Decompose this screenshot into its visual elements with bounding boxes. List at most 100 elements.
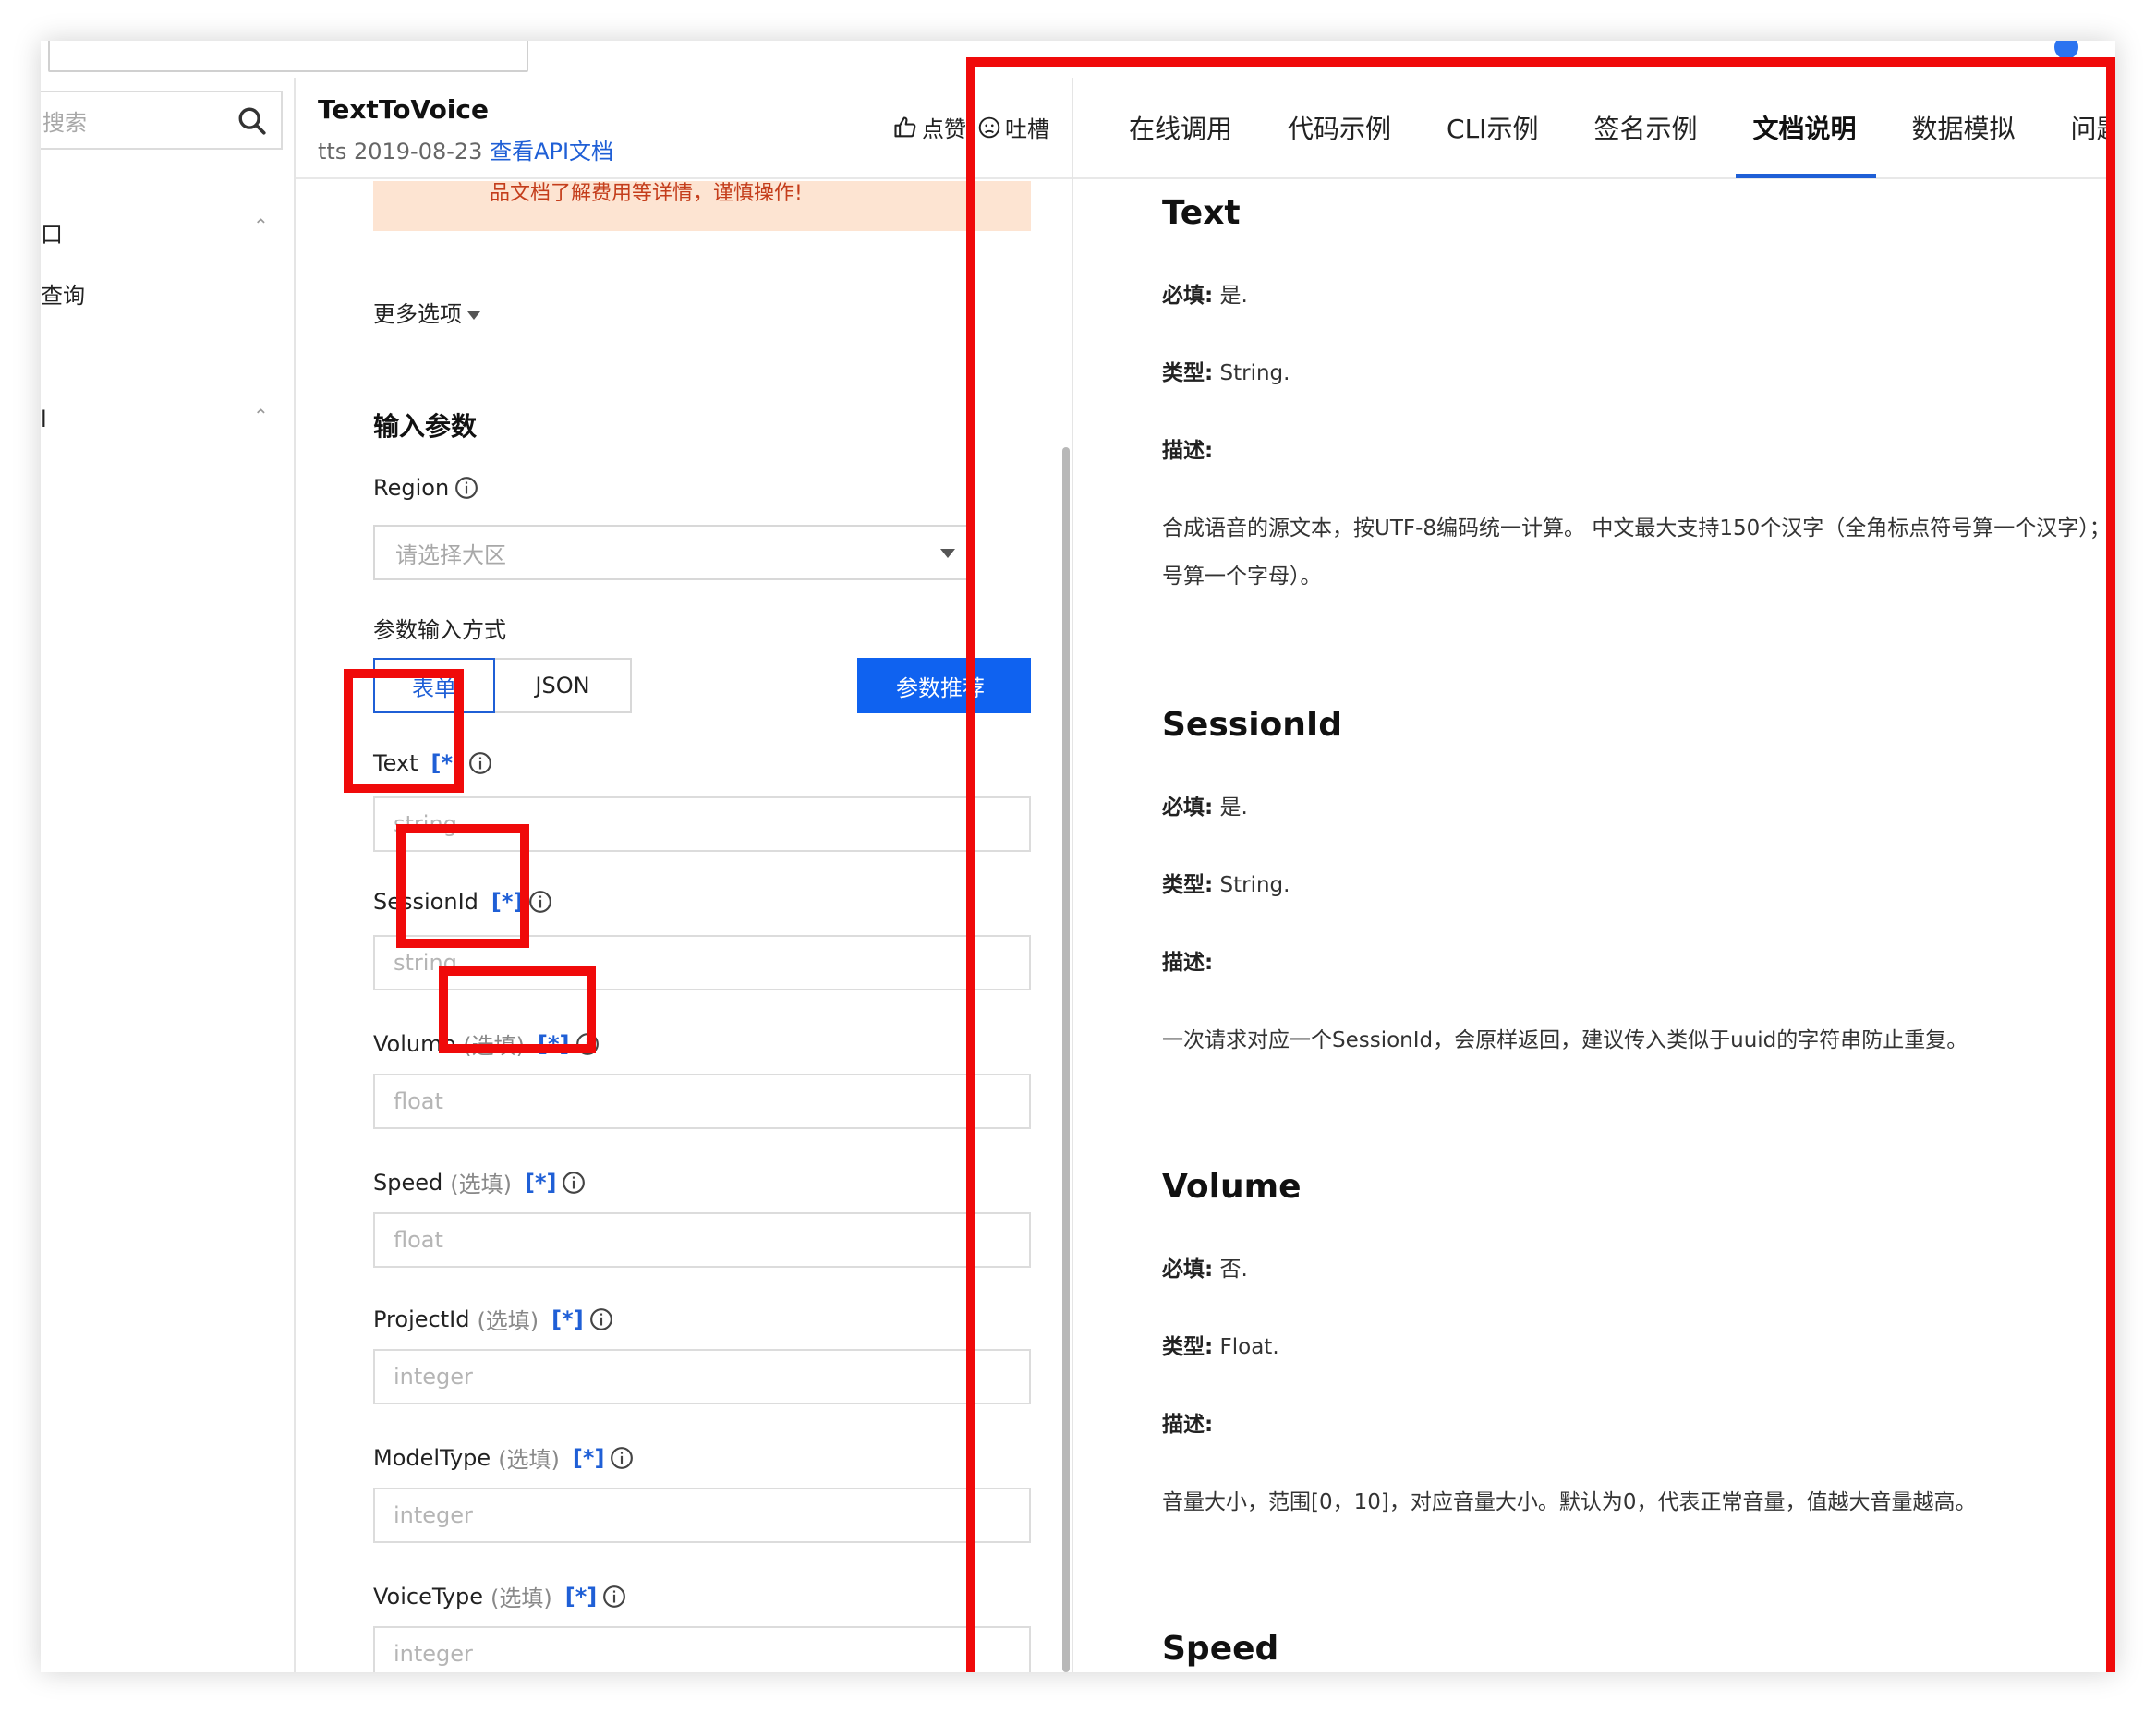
star-mark[interactable]: [*]	[525, 1170, 557, 1196]
api-meta: tts 2019-08-23 查看API文档	[318, 133, 613, 165]
more-options-label: 更多选项	[373, 301, 462, 327]
info-icon[interactable]	[575, 1032, 600, 1056]
region-label-text: Region	[373, 475, 450, 501]
info-icon[interactable]	[610, 1446, 634, 1470]
info-icon[interactable]	[528, 890, 552, 914]
tab-code-sample[interactable]: 代码示例	[1288, 77, 1391, 178]
tab-cli-sample[interactable]: CLI示例	[1447, 77, 1538, 178]
field-name: Speed	[373, 1169, 443, 1196]
region-placeholder: 请选择大区	[395, 541, 506, 568]
search-icon[interactable]	[236, 105, 268, 137]
thumbs-up-icon	[894, 115, 916, 137]
sidebar: 搜索 口 ⌃ 查询 l ⌃	[41, 78, 296, 1672]
caret-down-icon	[467, 310, 480, 320]
mode-form-tab[interactable]: 表单	[373, 658, 495, 713]
tab-bar: 在线调用 代码示例 CLI示例 签名示例 文档说明 数据模拟 问题反	[1073, 78, 2115, 179]
sidebar-item-group[interactable]: l	[41, 407, 47, 432]
chevron-up-icon[interactable]: ⌃	[253, 405, 269, 427]
volume-input[interactable]: float	[373, 1074, 1031, 1129]
api-header: TextToVoice tts 2019-08-23 查看API文档 点赞 吐槽	[296, 78, 1072, 179]
field-label-volume: Volume (选填) [*]	[373, 1027, 600, 1060]
info-icon[interactable]	[468, 751, 492, 775]
info-icon[interactable]	[589, 1307, 613, 1331]
mode-json-tab[interactable]: JSON	[495, 658, 632, 713]
region-label: Region	[373, 475, 478, 501]
sessionid-input[interactable]: string	[373, 935, 1031, 990]
tab-doc[interactable]: 文档说明	[1736, 77, 1877, 178]
text-input[interactable]: string	[373, 796, 1031, 852]
doc-desc-label: 描述:	[1162, 944, 1213, 976]
star-mark[interactable]: [*]	[551, 1306, 584, 1332]
doc-desc-text: 号算一个字母）。	[1162, 565, 1322, 589]
doc-required-row: 必填: 否.	[1162, 1251, 1248, 1282]
sidebar-search-input[interactable]: 搜索	[41, 91, 283, 150]
field-name: Volume	[373, 1030, 456, 1057]
doc-type-row: 类型: String.	[1162, 867, 1290, 898]
param-recommend-button[interactable]: 参数推荐	[857, 658, 1031, 713]
doc-type-row: 类型: Float.	[1162, 1329, 1279, 1360]
doc-param-title: Volume	[1162, 1168, 1302, 1206]
star-mark[interactable]: [*]	[538, 1031, 570, 1057]
region-select[interactable]: 请选择大区	[373, 525, 975, 580]
voicetype-input[interactable]: integer	[373, 1626, 1031, 1672]
field-label-text: Text [*]	[373, 750, 492, 776]
field-name: ProjectId	[373, 1306, 470, 1332]
doc-type-label: 类型:	[1162, 873, 1214, 897]
doc-type-label: 类型:	[1162, 1335, 1214, 1359]
api-form-panel: TextToVoice tts 2019-08-23 查看API文档 点赞 吐槽	[296, 78, 1072, 1672]
search-placeholder: 搜索	[42, 109, 87, 136]
doc-desc-text: 合成语音的源文本，按UTF-8编码统一计算。 中文最大支持150个汉字（全角标点…	[1162, 516, 2115, 541]
speed-input[interactable]: float	[373, 1212, 1031, 1268]
tab-online-call[interactable]: 在线调用	[1129, 77, 1232, 178]
modeltype-input[interactable]: integer	[373, 1488, 1031, 1543]
field-name: ModelType	[373, 1444, 491, 1471]
doc-param-title: SessionId	[1162, 706, 1343, 744]
sidebar-item-query[interactable]: 查询	[41, 277, 85, 310]
doc-required-label: 必填:	[1162, 796, 1214, 820]
projectid-input[interactable]: integer	[373, 1349, 1031, 1404]
more-options-toggle[interactable]: 更多选项	[373, 296, 480, 328]
input-mode-switch: 表单 JSON	[373, 658, 632, 713]
info-icon[interactable]	[602, 1585, 626, 1609]
info-icon[interactable]	[454, 476, 478, 500]
chevron-up-icon[interactable]: ⌃	[253, 214, 269, 237]
tab-signature-sample[interactable]: 签名示例	[1593, 77, 1697, 178]
doc-required-label: 必填:	[1162, 1257, 1214, 1282]
doc-required-row: 必填: 是.	[1162, 277, 1248, 309]
info-icon[interactable]	[562, 1171, 586, 1195]
star-mark[interactable]: [*]	[491, 889, 524, 915]
doc-param-title: Text	[1162, 194, 1241, 232]
docs-panel: 在线调用 代码示例 CLI示例 签名示例 文档说明 数据模拟 问题反 Text …	[1072, 78, 2115, 1672]
tab-feedback[interactable]: 问题反	[2071, 77, 2116, 178]
user-avatar[interactable]	[2054, 41, 2078, 59]
doc-type-label: 类型:	[1162, 361, 1214, 385]
star-mark[interactable]: [*]	[573, 1445, 605, 1471]
doc-type-value: String.	[1219, 873, 1290, 897]
browser-canvas: 搜索 口 ⌃ 查询 l ⌃ TextToVoice tts 2019-08-23…	[41, 41, 2115, 1672]
doc-type-row: 类型: String.	[1162, 355, 1290, 386]
field-label-speed: Speed (选填) [*]	[373, 1166, 586, 1198]
field-label-projectid: ProjectId (选填) [*]	[373, 1303, 613, 1335]
doc-desc-text: 音量大小，范围[0，10]，对应音量大小。默认为0，代表正常音量，值越大音量越高…	[1162, 1490, 1977, 1514]
sidebar-item-interface[interactable]: 口	[41, 216, 63, 249]
doc-required-label: 必填:	[1162, 284, 1214, 308]
input-placeholder: float	[394, 1227, 443, 1253]
doc-desc-label-text: 描述:	[1162, 439, 1214, 463]
complain-button[interactable]: 吐槽	[977, 111, 1049, 143]
field-name: Text	[373, 750, 418, 776]
field-label-voicetype: VoiceType (选填) [*]	[373, 1580, 626, 1612]
star-mark[interactable]: [*]	[565, 1584, 598, 1610]
input-placeholder: float	[394, 1088, 443, 1114]
like-button[interactable]: 点赞	[892, 111, 966, 143]
tab-data-mock[interactable]: 数据模拟	[1911, 77, 2015, 178]
warning-banner: 品文档了解费用等详情，谨慎操作!	[373, 181, 1031, 231]
api-doc-link[interactable]: 查看API文档	[490, 139, 613, 164]
input-placeholder: integer	[394, 1364, 473, 1390]
doc-required-row: 必填: 是.	[1162, 789, 1248, 820]
doc-desc-text: 一次请求对应一个SessionId，会原样返回，建议传入类似于uuid的字符串防…	[1162, 1028, 1968, 1052]
input-params-title: 输入参数	[373, 411, 478, 442]
api-title: TextToVoice	[318, 94, 489, 125]
product-select[interactable]	[48, 41, 528, 72]
form-scrollbar[interactable]	[1062, 447, 1070, 1672]
star-mark[interactable]: [*]	[431, 750, 464, 776]
